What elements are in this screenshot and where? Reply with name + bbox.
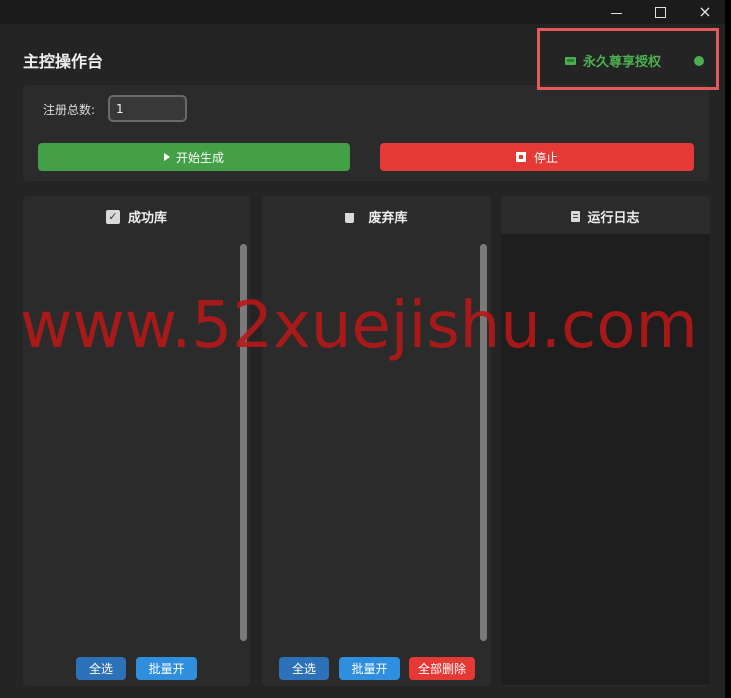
maximize-button[interactable] [638,0,682,24]
close-button[interactable]: × [683,0,727,24]
discard-delete-all-button[interactable]: 全部删除 [409,657,475,680]
title-bar: × [0,0,725,24]
stop-icon [515,152,526,162]
discard-panel: 废弃库 全选 批量开 全部删除 [262,196,491,686]
log-panel: 运行日志 [501,196,710,686]
discard-batch-open-button[interactable]: 批量开 [339,657,400,680]
minimize-button[interactable] [594,0,638,24]
trash-icon [345,213,355,223]
stop-button-label: 停止 [533,150,558,165]
page-title: 主控操作台 [23,52,104,71]
register-count-input[interactable] [108,95,187,122]
discard-title-text: 废弃库 [368,211,408,226]
success-batch-open-button[interactable]: 批量开 [136,657,197,680]
play-icon [163,153,170,161]
success-title-text: 成功库 [127,211,167,226]
register-count-label: 注册总数: [43,103,96,117]
log-icon [571,211,581,222]
stop-button[interactable]: 停止 [380,143,694,171]
start-button[interactable]: 开始生成 [38,143,350,171]
maximize-icon [654,6,666,18]
close-icon: × [698,2,712,21]
success-panel-title: ✓ 成功库 [23,207,250,226]
license-highlight-box [537,28,719,90]
discard-select-all-button[interactable]: 全选 [279,657,329,680]
discard-panel-title: 废弃库 [262,207,491,226]
success-select-all-button[interactable]: 全选 [76,657,126,680]
watermark-text: www.52xuejishu.com [20,289,698,363]
app-window: × 主控操作台 永久尊享授权 注册总数: 开始生成 停止 ✓ 成功库 全选 批量… [0,0,725,698]
log-panel-title: 运行日志 [501,207,710,226]
minimize-icon [610,12,622,14]
success-panel: ✓ 成功库 全选 批量开 [23,196,250,686]
log-title-text: 运行日志 [587,211,640,226]
start-button-label: 开始生成 [175,150,224,165]
checkbox-icon: ✓ [105,209,120,224]
